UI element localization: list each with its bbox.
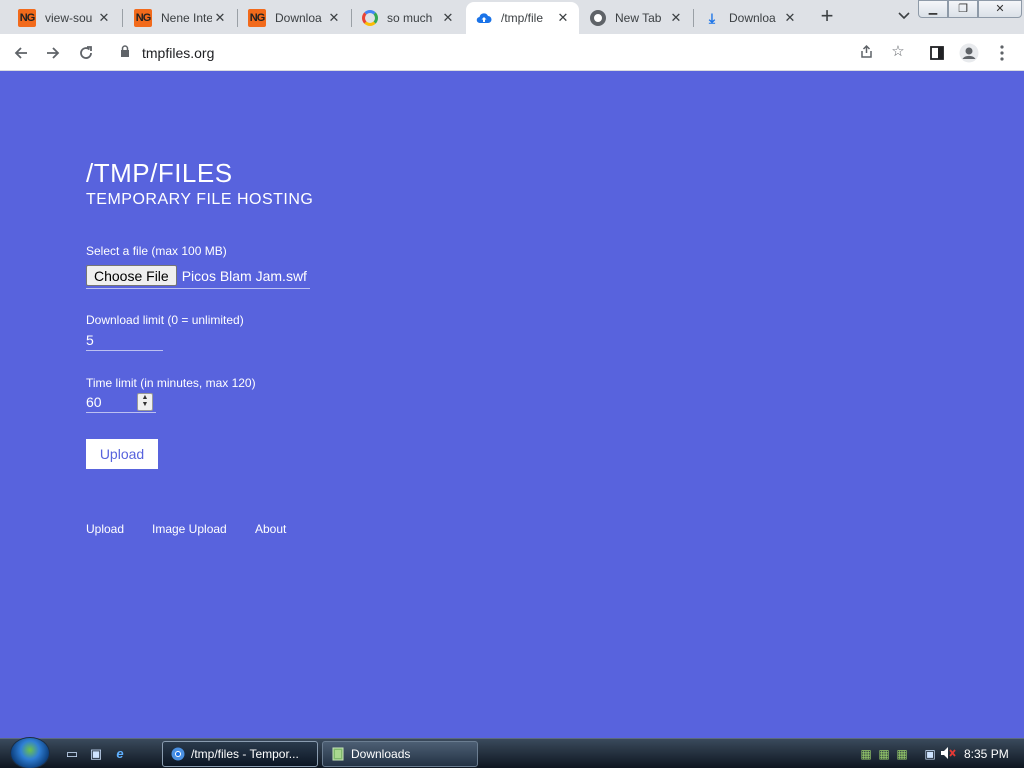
url-text: tmpfiles.org (142, 44, 215, 61)
arrow-right-icon (47, 47, 60, 59)
download-icon: ⤓ (708, 9, 716, 26)
chrome-icon (590, 10, 606, 26)
start-button[interactable] (10, 737, 50, 768)
download-limit-label: Download limit (0 = unlimited) (86, 313, 244, 327)
footer-link-upload[interactable]: Upload (86, 522, 124, 536)
footer-link-about[interactable]: About (255, 522, 286, 536)
upload-button[interactable]: Upload (86, 439, 158, 469)
tab-search-button[interactable] (894, 6, 914, 26)
volume-muted-icon[interactable] (940, 746, 956, 762)
tab-strip: NG view-sou ✕ NG Nene Inte ✕ NG Downloa … (0, 0, 1024, 34)
profile-button[interactable] (956, 40, 982, 66)
time-limit-label: Time limit (in minutes, max 120) (86, 376, 256, 390)
download-limit-input[interactable]: 5 (86, 329, 163, 351)
internet-explorer-icon[interactable]: e (112, 746, 128, 762)
taskbar-clock[interactable]: 8:35 PM (964, 747, 1009, 761)
tab-view-source[interactable]: NG view-sou ✕ (8, 2, 120, 34)
newgrounds-icon: NG (248, 9, 266, 27)
show-desktop-icon[interactable]: ▭ (64, 746, 80, 762)
close-icon[interactable]: ✕ (212, 10, 228, 26)
tab-title: Downloa (275, 11, 322, 25)
tab-title: /tmp/file (501, 11, 544, 25)
tab-title: Nene Inte (161, 11, 212, 25)
new-tab-button[interactable]: + (815, 5, 839, 29)
side-panel-button[interactable] (924, 40, 950, 66)
taskbar: ▭ ▣ e /tmp/files - Tempor... Downloads ▦… (0, 737, 1024, 768)
forward-button[interactable] (40, 40, 66, 66)
reload-button[interactable] (73, 40, 99, 66)
selected-file-name: Picos Blam Jam.swf (181, 267, 307, 284)
tab-new-tab[interactable]: New Tab ✕ (580, 2, 692, 34)
tab-title: New Tab (615, 11, 662, 25)
address-bar[interactable]: tmpfiles.org ☆ (108, 38, 918, 67)
tab-google-search[interactable]: so much ✕ (352, 2, 464, 34)
tab-separator (122, 9, 123, 27)
close-icon[interactable]: ✕ (326, 10, 342, 26)
browser-toolbar: tmpfiles.org ☆ (0, 34, 1024, 71)
bookmark-star-icon[interactable]: ☆ (886, 40, 910, 64)
close-icon[interactable]: ✕ (440, 10, 456, 26)
more-vert-icon (1000, 45, 1004, 61)
footer-link-image-upload[interactable]: Image Upload (152, 522, 227, 536)
time-limit-spinner[interactable]: ▲ ▼ (137, 393, 153, 411)
close-icon[interactable]: ✕ (555, 10, 571, 26)
newgrounds-icon: NG (18, 9, 36, 27)
newgrounds-icon: NG (134, 9, 152, 27)
update-tray-icon[interactable]: ▦ (876, 746, 892, 762)
page-title: /TMP/FILES (86, 158, 233, 188)
folder-icon (331, 747, 345, 761)
arrow-left-icon (14, 47, 27, 59)
chrome-icon (171, 747, 185, 761)
taskbar-item-chrome[interactable]: /tmp/files - Tempor... (162, 741, 318, 767)
file-input[interactable]: Choose File Picos Blam Jam.swf (86, 263, 310, 289)
google-icon (362, 10, 378, 26)
tab-title: Downloa (729, 11, 776, 25)
side-panel-icon (930, 46, 944, 60)
close-icon[interactable]: ✕ (96, 10, 112, 26)
file-label: Select a file (max 100 MB) (86, 244, 227, 258)
tab-title: view-sou (45, 11, 93, 25)
restore-button[interactable]: ❐ (948, 0, 978, 18)
window-controls: ▁ ❐ ✕ (918, 0, 1022, 18)
chevron-down-icon (898, 12, 910, 20)
lock-icon[interactable] (120, 45, 134, 60)
minimize-button[interactable]: ▁ (918, 0, 948, 18)
tab-tmpfiles[interactable]: /tmp/file ✕ (466, 2, 579, 34)
tab-downloads[interactable]: ⤓ Downloa ✕ (694, 2, 806, 34)
security-tray-icon[interactable]: ▦ (894, 746, 910, 762)
cloud-upload-icon (476, 13, 492, 24)
taskbar-item-downloads[interactable]: Downloads (322, 741, 478, 767)
close-icon[interactable]: ✕ (782, 10, 798, 26)
tab-download-ng[interactable]: NG Downloa ✕ (238, 2, 350, 34)
reload-icon (80, 46, 92, 59)
avatar-icon (959, 43, 979, 63)
tab-nene-interview[interactable]: NG Nene Inte ✕ (124, 2, 236, 34)
switch-windows-icon[interactable]: ▣ (88, 746, 104, 762)
menu-button[interactable] (989, 40, 1015, 66)
page-content: /TMP/FILES TEMPORARY FILE HOSTING Select… (0, 71, 1024, 738)
network-tray-icon[interactable]: ▦ (858, 746, 874, 762)
window-close-button[interactable]: ✕ (978, 0, 1022, 18)
close-icon[interactable]: ✕ (668, 10, 684, 26)
tab-title: so much (387, 11, 433, 25)
share-icon[interactable] (854, 40, 878, 64)
page-subtitle: TEMPORARY FILE HOSTING (86, 191, 314, 208)
monitor-tray-icon[interactable]: ▣ (922, 746, 938, 762)
back-button[interactable] (8, 40, 34, 66)
taskbar-item-label: Downloads (351, 747, 411, 761)
choose-file-button[interactable]: Choose File (86, 265, 177, 286)
taskbar-item-label: /tmp/files - Tempor... (191, 747, 299, 761)
